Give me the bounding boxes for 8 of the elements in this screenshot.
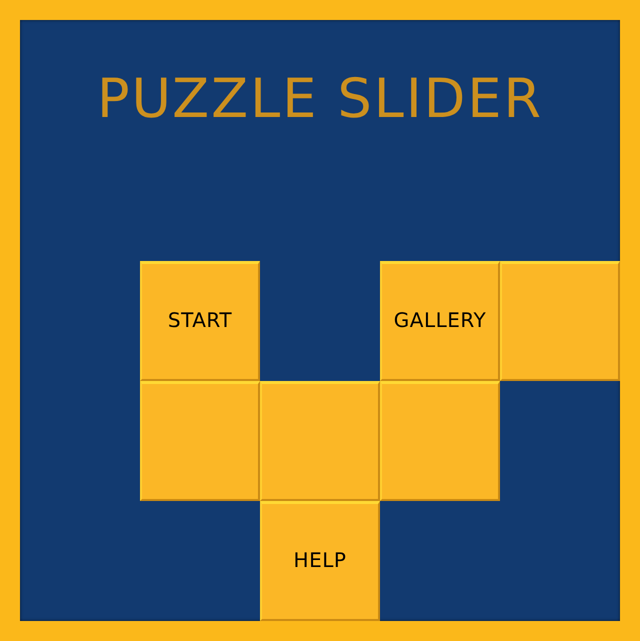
puzzle-tile[interactable] (140, 381, 260, 501)
puzzle-tile[interactable] (500, 261, 620, 381)
menu-tile[interactable]: GALLERY (380, 261, 500, 381)
game-title: PUZZLE SLIDER (96, 72, 543, 126)
menu-tile[interactable]: HELP (260, 501, 380, 621)
puzzle-tile[interactable] (260, 381, 380, 501)
menu-tile[interactable]: START (140, 261, 260, 381)
puzzle-tile[interactable] (380, 381, 500, 501)
